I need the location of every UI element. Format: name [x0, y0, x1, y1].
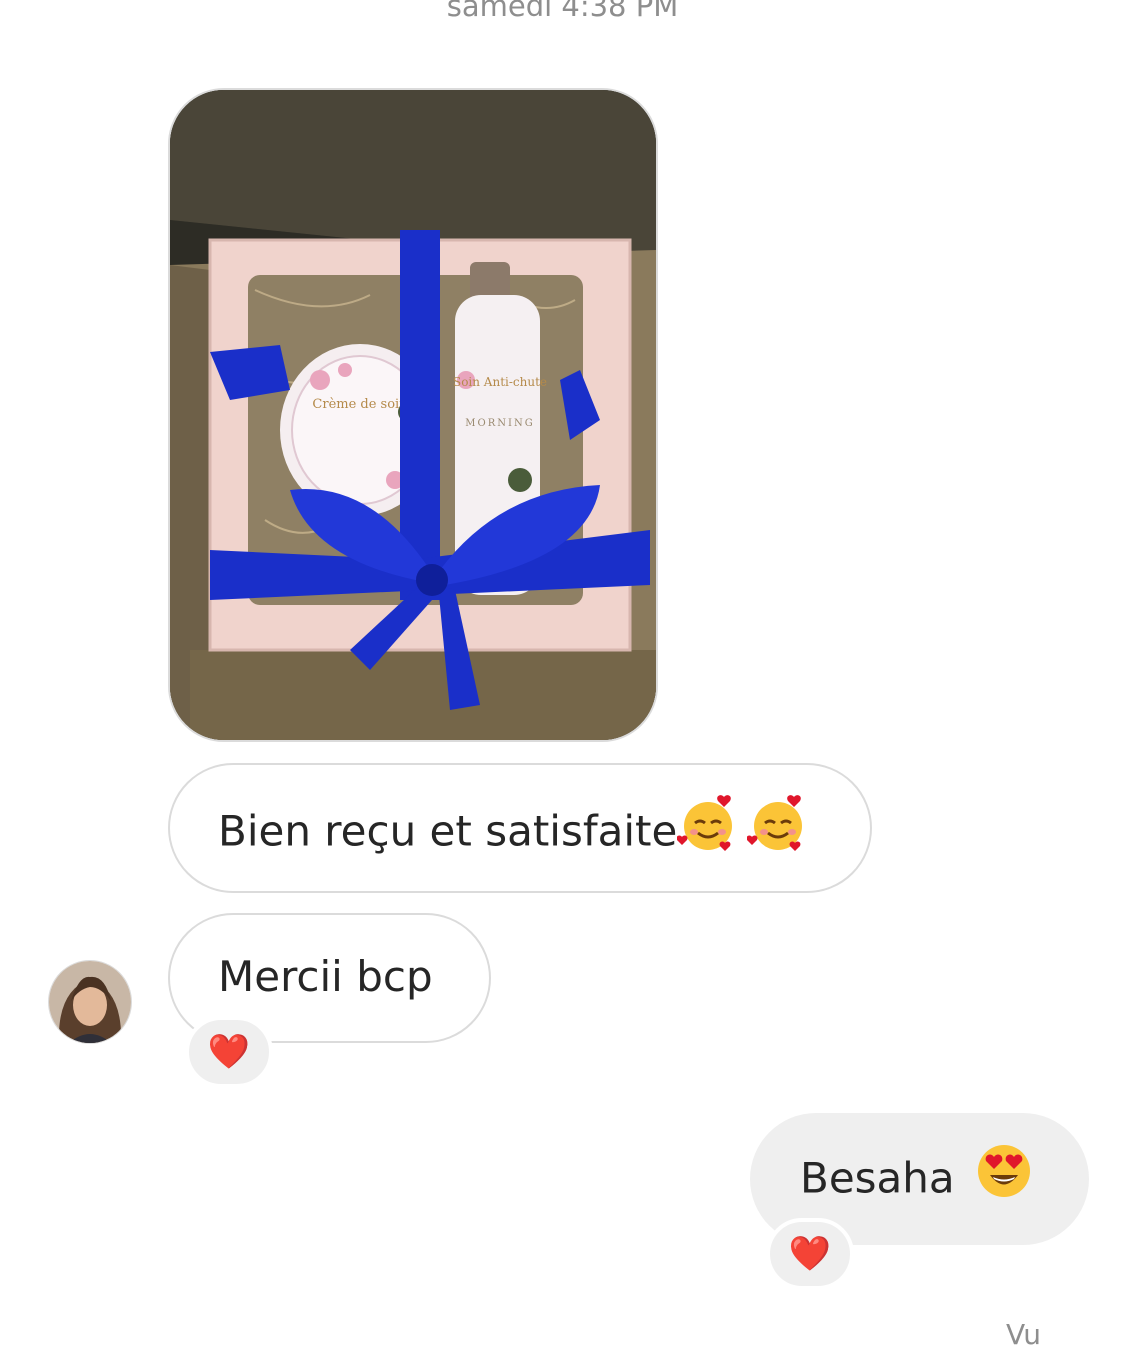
message-bubble-incoming[interactable]: Bien reçu et satisfaite — [168, 763, 872, 893]
message-text: Besaha — [800, 1153, 955, 1203]
smiling-face-with-hearts-icon — [746, 793, 809, 867]
message-text: Mercii bcp — [218, 952, 433, 1001]
photo-message[interactable]: Crème de soin Soin Anti-chute MORNING — [168, 88, 658, 742]
jar-label: Crème de soin — [312, 397, 408, 412]
heart-reaction[interactable]: ❤️ — [185, 1016, 273, 1088]
contact-avatar[interactable] — [48, 960, 132, 1044]
heart-reaction[interactable]: ❤️ — [766, 1218, 854, 1290]
conversation-timestamp: samedi 4:38 PM — [446, 0, 679, 23]
seen-indicator: Vu — [1006, 1318, 1041, 1351]
message-text: Bien reçu et satisfaite — [218, 806, 678, 856]
brand-label: MORNING — [465, 418, 534, 429]
gift-box-photo: Crème de soin Soin Anti-chute MORNING — [170, 90, 656, 740]
smiling-face-with-hearts-icon — [676, 793, 739, 867]
bottle-label: Soin Anti-chute — [453, 375, 547, 389]
heart-icon: ❤️ — [207, 1032, 251, 1072]
heart-eyes-icon — [975, 1142, 1033, 1212]
heart-icon: ❤️ — [788, 1234, 832, 1274]
